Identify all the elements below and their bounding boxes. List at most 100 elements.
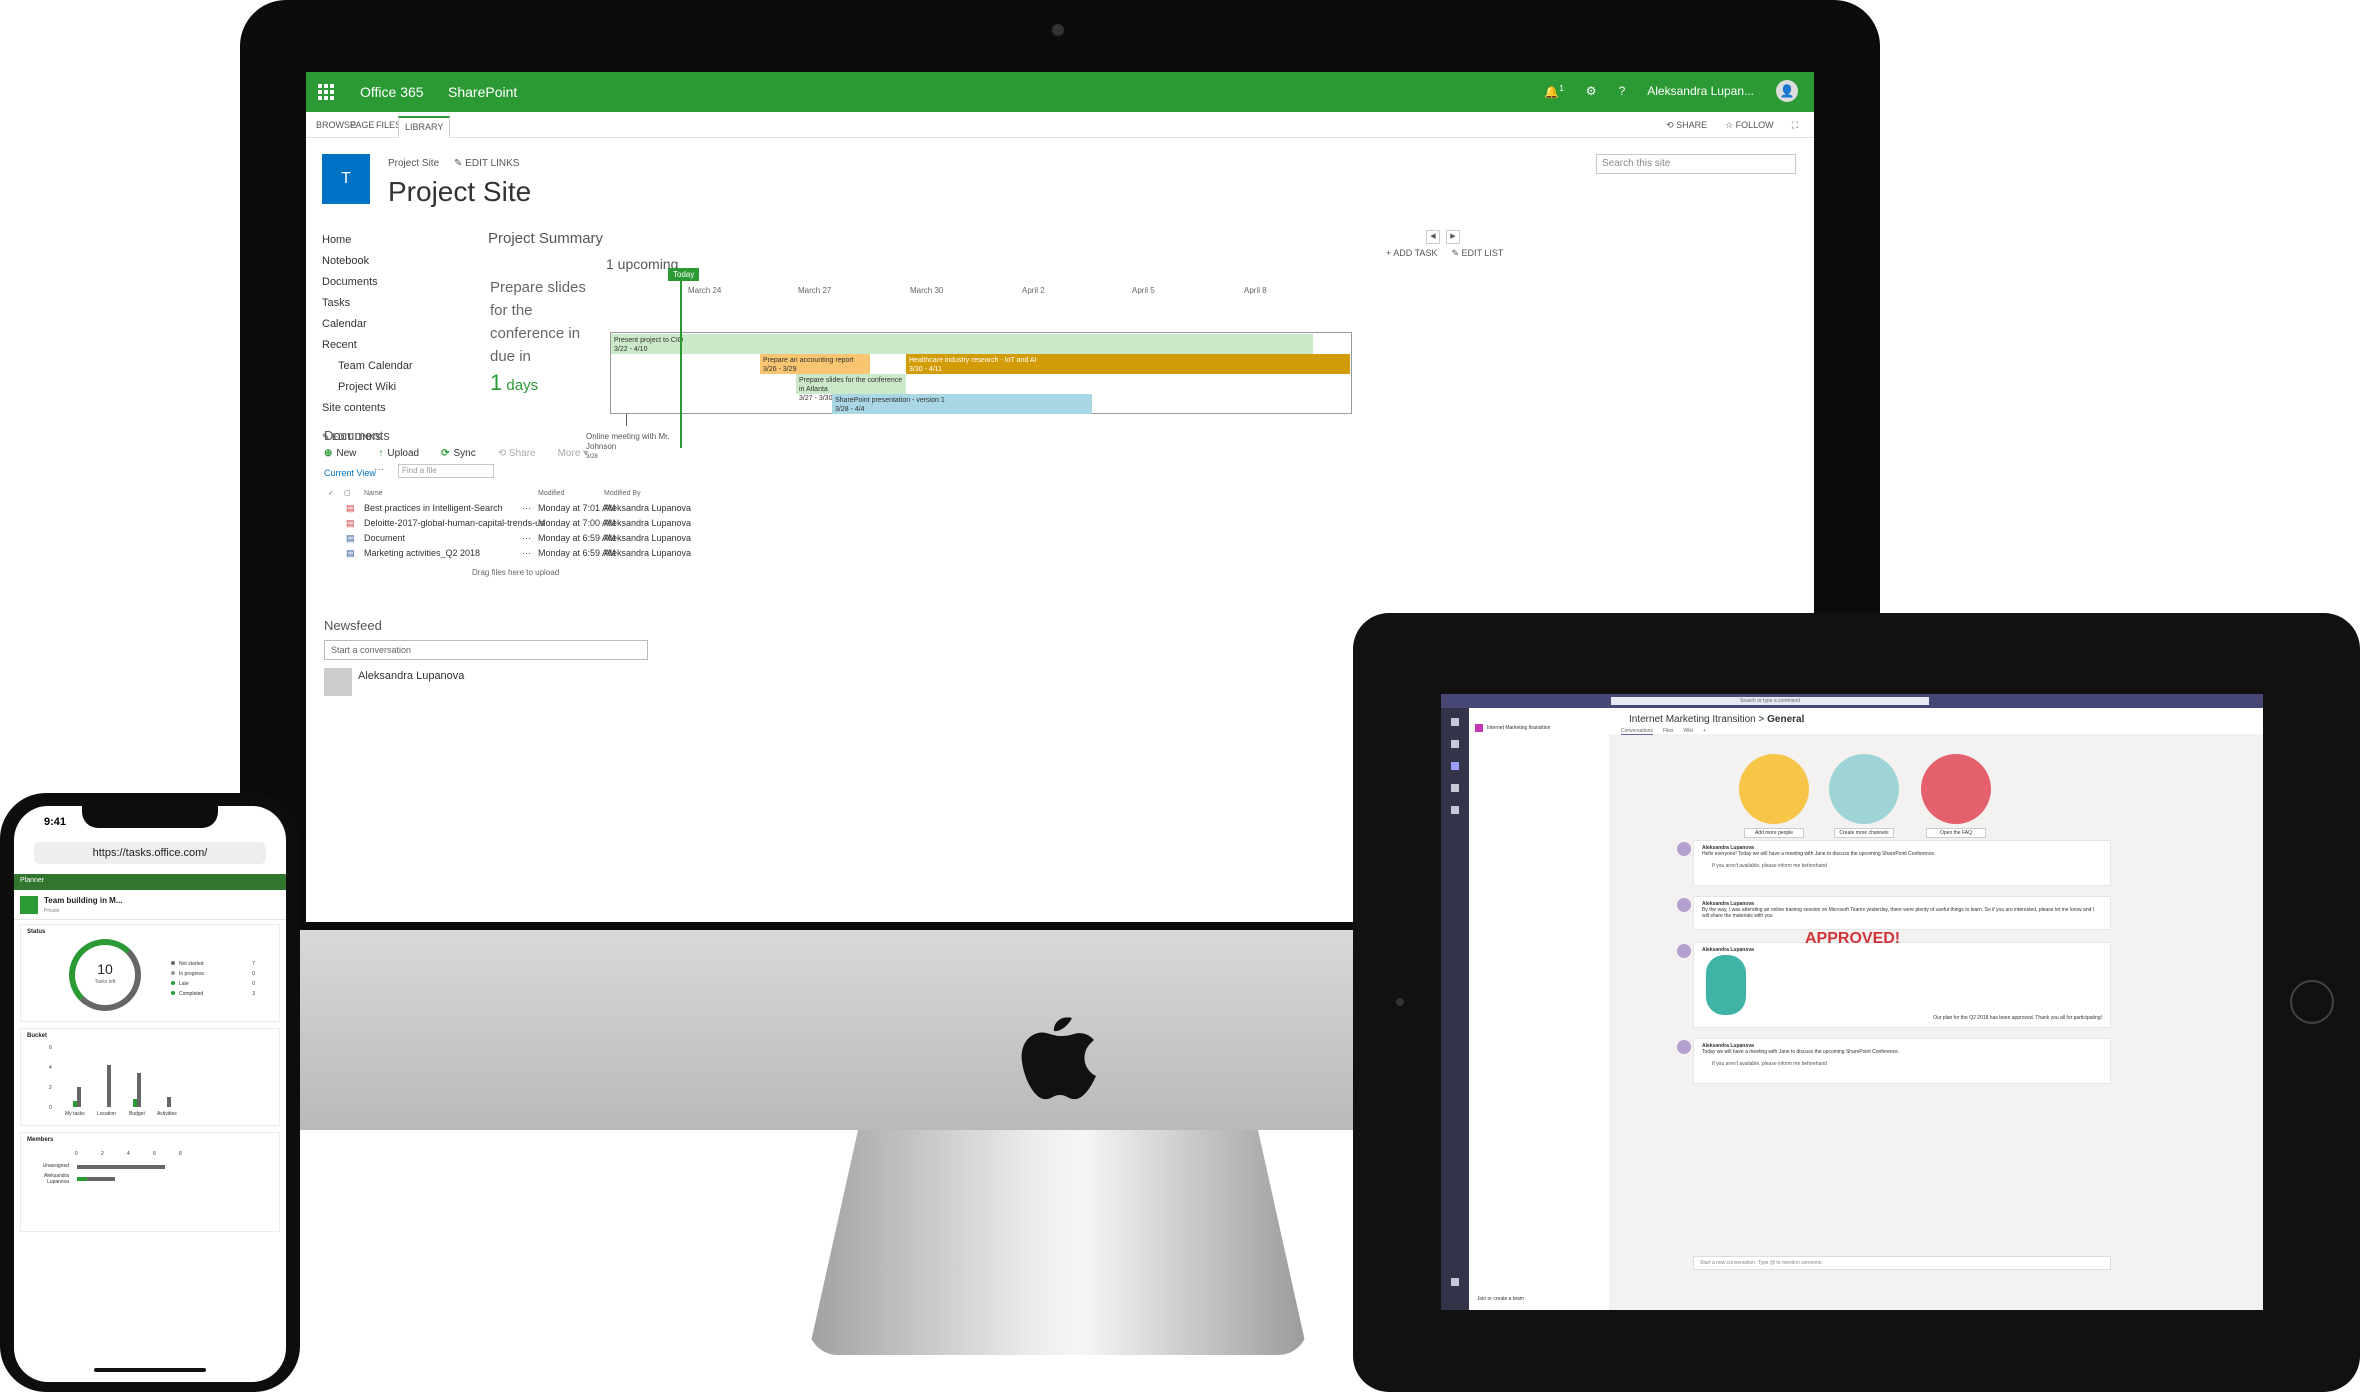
search-input[interactable]: Search or type a command (1611, 697, 1929, 705)
row-menu-icon[interactable]: ··· (522, 501, 531, 516)
current-view-selector[interactable]: Current View (324, 468, 376, 478)
select-all-checkbox[interactable]: ✓ (328, 486, 334, 501)
activity-icon[interactable] (1451, 718, 1459, 726)
add-tab-icon[interactable]: + (1703, 728, 1706, 735)
sharepoint-app-name[interactable]: SharePoint (448, 84, 517, 100)
edit-list-button[interactable]: ✎ EDIT LIST (1451, 248, 1503, 259)
focus-content-icon[interactable]: ⛶ (1792, 120, 1798, 131)
help-icon[interactable]: ? (1619, 84, 1626, 98)
file-modified-by[interactable]: Aleksandra Lupanova (604, 501, 691, 516)
col-modified-by[interactable]: Modified By (604, 486, 641, 501)
file-name[interactable]: Deloitte-2017-global-human-capital-trend… (364, 516, 545, 531)
planner-screen: 9:41 https://tasks.office.com/ Planner T… (14, 806, 286, 1382)
notification-count: 1 (1559, 83, 1564, 93)
timeline-task[interactable]: Prepare an accounting report 3/26 - 3/29 (760, 354, 870, 374)
file-modified-by[interactable]: Aleksandra Lupanova (604, 531, 691, 546)
legend-item: In progress 0 (171, 971, 255, 977)
col-modified[interactable]: Modified (538, 486, 564, 501)
meetings-icon[interactable] (1451, 784, 1459, 792)
tab-page[interactable]: PAGE (350, 120, 374, 130)
nav-site-contents[interactable]: Site contents (322, 398, 413, 419)
find-file-input[interactable]: Find a file (398, 464, 494, 478)
settings-gear-icon[interactable]: ⚙ (1586, 84, 1597, 98)
message[interactable]: Aleksandra Lupanova Today we will have a… (1693, 1038, 2111, 1084)
timeline-task[interactable]: Healthcare industry research - IoT and A… (906, 354, 1350, 374)
help-icon[interactable] (1451, 1278, 1459, 1286)
share-button[interactable]: ⟲ SHARE (1666, 120, 1707, 131)
planner-app-name[interactable]: Planner (20, 877, 44, 884)
notifications-bell-icon[interactable]: 🔔1 (1544, 84, 1563, 99)
file-modified-by[interactable]: Aleksandra Lupanova (604, 516, 691, 531)
message[interactable]: Aleksandra Lupanova By the way, I was at… (1693, 896, 2111, 930)
tab-conversations[interactable]: Conversations (1621, 728, 1653, 735)
teams-icon[interactable] (1451, 762, 1459, 770)
nav-recent[interactable]: Recent (322, 335, 413, 356)
start-conversation-input[interactable]: Start a conversation (324, 640, 648, 660)
nav-project-wiki[interactable]: Project Wiki (322, 377, 413, 398)
channel-name: General (1767, 714, 1805, 725)
next-arrow-icon[interactable]: ▶ (1446, 230, 1460, 244)
message[interactable]: Aleksandra Lupanova Our plan for the Q2 … (1693, 942, 2111, 1028)
legend-label: Not started (179, 961, 204, 967)
create-channels-button[interactable]: Create more channels (1834, 828, 1894, 838)
file-name[interactable]: Marketing activities_Q2 2018 (364, 546, 480, 561)
nav-calendar[interactable]: Calendar (322, 314, 413, 335)
home-indicator (94, 1368, 206, 1372)
upload-button[interactable]: ↑ Upload (378, 448, 419, 459)
nav-notebook[interactable]: Notebook (322, 251, 413, 272)
prev-arrow-icon[interactable]: ◀ (1426, 230, 1440, 244)
nav-team-calendar[interactable]: Team Calendar (322, 356, 413, 377)
plan-name[interactable]: Team building in M... (44, 896, 123, 905)
avatar (1677, 898, 1691, 912)
member-bar-unassigned (77, 1165, 165, 1169)
tab-wiki[interactable]: Wiki (1684, 728, 1693, 735)
tab-files[interactable]: Files (1663, 728, 1674, 735)
search-input[interactable]: Search this site (1596, 154, 1796, 174)
breadcrumb[interactable]: Project Site (388, 158, 439, 169)
timeline-task[interactable]: SharePoint presentation - version 1 3/28 … (832, 394, 1092, 414)
files-icon[interactable] (1451, 806, 1459, 814)
compose-input[interactable]: Start a new conversation. Type @ to ment… (1693, 1256, 2111, 1270)
share-doc-button[interactable]: ⟲ Share (498, 448, 536, 459)
tab-library[interactable]: LIBRARY (398, 116, 451, 138)
upload-icon: ↑ (378, 448, 384, 459)
view-options-icon[interactable]: ··· (374, 464, 384, 475)
add-people-button[interactable]: Add more people (1744, 828, 1804, 838)
row-menu-icon[interactable]: ··· (522, 531, 531, 546)
timeline-task[interactable]: Prepare slides for the conference in Atl… (796, 374, 906, 402)
milestone[interactable]: Online meeting with Mr. Johnson 3/28 (586, 432, 676, 462)
avatar[interactable]: 👤 (1776, 80, 1798, 102)
timeline-task[interactable]: Present project to CIO 3/22 - 4/10 (611, 334, 1313, 354)
file-modified-by[interactable]: Aleksandra Lupanova (604, 546, 691, 561)
url-bar[interactable]: https://tasks.office.com/ (34, 842, 266, 864)
user-name[interactable]: Aleksandra Lupan... (1647, 84, 1754, 98)
row-menu-icon[interactable]: ··· (522, 516, 531, 531)
file-name[interactable]: Document (364, 531, 405, 546)
bar-my-tasks (77, 1087, 81, 1107)
row-menu-icon[interactable]: ··· (522, 546, 531, 561)
join-team-link[interactable]: Join or create a team (1477, 1296, 1524, 1302)
edit-links-top[interactable]: ✎ EDIT LINKS (454, 158, 519, 169)
nav-home[interactable]: Home (322, 230, 413, 251)
nav-documents[interactable]: Documents (322, 272, 413, 293)
ipad-home-button[interactable] (2290, 980, 2334, 1024)
site-logo[interactable]: T (322, 154, 370, 204)
new-button[interactable]: ⊕ New (324, 448, 356, 459)
more-button[interactable]: More ▾ (558, 448, 589, 459)
feed-author[interactable]: Aleksandra Lupanova (358, 670, 464, 682)
message[interactable]: Aleksandra Lupanova Hello everyone! Toda… (1693, 840, 2111, 886)
nav-tasks[interactable]: Tasks (322, 293, 413, 314)
avatar (1677, 944, 1691, 958)
file-name[interactable]: Best practices in Intelligent-Search (364, 501, 503, 516)
chat-icon[interactable] (1451, 740, 1459, 748)
open-faq-button[interactable]: Open the FAQ (1926, 828, 1986, 838)
team-item[interactable]: Internet Marketing Itransition (1475, 724, 1603, 732)
office365-brand[interactable]: Office 365 (360, 84, 424, 100)
follow-button[interactable]: ☆ FOLLOW (1725, 120, 1774, 131)
channel-path[interactable]: Internet Marketing Itransition (1629, 714, 1756, 725)
sync-button[interactable]: ⟳ Sync (441, 448, 476, 459)
add-task-button[interactable]: + ADD TASK (1386, 248, 1437, 259)
suite-bar: Office 365 SharePoint 🔔1 ⚙ ? Aleksandra … (306, 72, 1814, 112)
app-launcher-icon[interactable] (318, 84, 334, 100)
col-name[interactable]: Name (364, 486, 383, 501)
